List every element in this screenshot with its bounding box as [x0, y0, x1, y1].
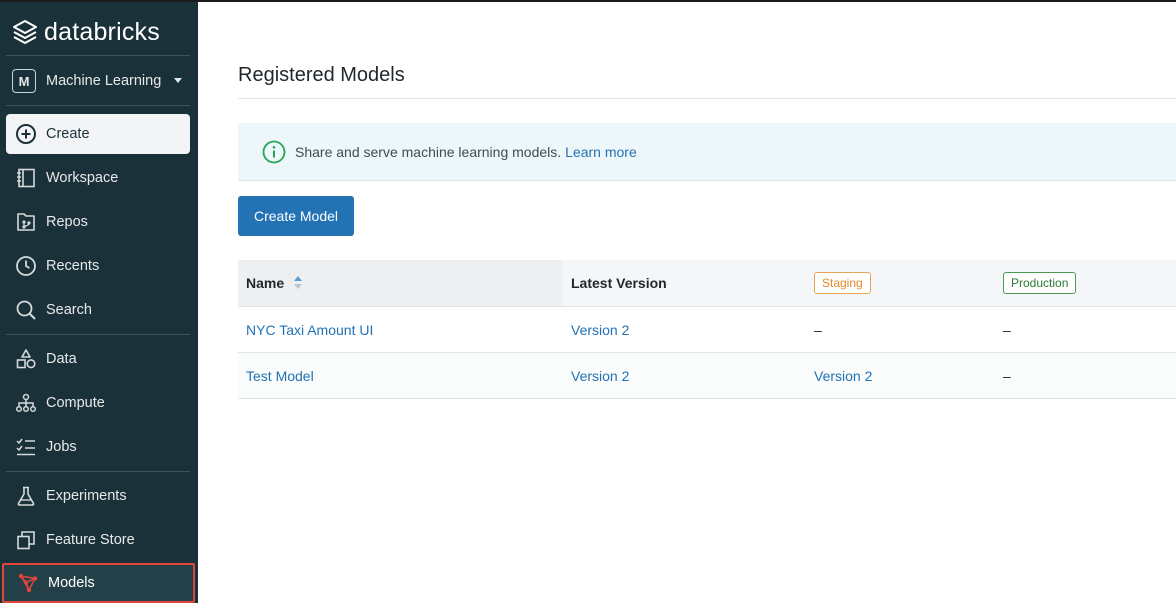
compute-icon	[14, 391, 38, 415]
title-divider	[238, 98, 1176, 99]
model-name-link[interactable]: NYC Taxi Amount UI	[246, 307, 373, 352]
main-content: Registered Models Share and serve machin…	[198, 0, 1176, 603]
sidebar-divider	[6, 334, 190, 335]
brand-name: databricks	[44, 17, 160, 46]
sidebar-item-label: Data	[46, 351, 77, 367]
sidebar-item-repos[interactable]: Repos	[6, 202, 190, 242]
sidebar-item-create[interactable]: Create	[6, 114, 190, 154]
window-top-border	[0, 0, 1176, 2]
create-model-button[interactable]: Create Model	[238, 196, 354, 236]
sidebar-item-label: Create	[46, 126, 90, 142]
jobs-icon	[14, 435, 38, 459]
persona-label: Machine Learning	[46, 73, 162, 89]
repos-icon	[14, 210, 38, 234]
search-icon	[14, 298, 38, 322]
caret-down-icon	[174, 78, 182, 83]
sidebar-item-search[interactable]: Search	[6, 290, 190, 330]
sort-icon[interactable]	[293, 276, 303, 290]
staging-version-link[interactable]: Version 2	[814, 353, 872, 398]
sidebar-item-experiments[interactable]: Experiments	[6, 476, 190, 516]
sidebar-item-label: Experiments	[46, 488, 127, 504]
sidebar-divider	[6, 55, 190, 56]
sidebar-item-label: Recents	[46, 258, 100, 274]
table-row: NYC Taxi Amount UI Version 2 – –	[238, 307, 1176, 353]
staging-badge: Staging	[814, 272, 871, 294]
banner-text: Share and serve machine learning models.	[295, 143, 562, 160]
sidebar-item-label: Repos	[46, 214, 88, 230]
sidebar-item-label: Models	[48, 575, 95, 591]
production-value: –	[1003, 321, 1011, 338]
data-icon	[14, 347, 38, 371]
table-row: Test Model Version 2 Version 2 –	[238, 353, 1176, 399]
sidebar-item-feature-store[interactable]: Feature Store	[6, 520, 190, 560]
column-header-production: Production	[1003, 260, 1077, 306]
column-header-label: Name	[246, 275, 285, 291]
production-value: –	[1003, 367, 1011, 384]
column-header-staging: Staging	[814, 260, 871, 306]
persona-badge: M	[12, 69, 36, 93]
column-header-latest-version: Latest Version	[571, 260, 667, 306]
sidebar-item-label: Search	[46, 302, 92, 318]
models-table: Name Latest Version Staging Production N…	[238, 260, 1176, 399]
sidebar-item-label: Compute	[46, 395, 105, 411]
sidebar-item-compute[interactable]: Compute	[6, 383, 190, 423]
databricks-logo[interactable]: databricks	[12, 16, 160, 48]
sidebar-item-models[interactable]: Models	[2, 563, 195, 603]
models-icon	[16, 571, 40, 595]
sidebar-item-label: Workspace	[46, 170, 119, 186]
latest-version-link[interactable]: Version 2	[571, 307, 629, 352]
info-icon	[262, 140, 286, 164]
clock-icon	[14, 254, 38, 278]
learn-more-link[interactable]: Learn more	[565, 144, 637, 160]
latest-version-link[interactable]: Version 2	[571, 353, 629, 398]
workspace-icon	[14, 166, 38, 190]
databricks-logo-icon	[13, 20, 37, 44]
feature-store-icon	[14, 528, 38, 552]
sidebar-item-data[interactable]: Data	[6, 339, 190, 379]
page-title: Registered Models	[238, 64, 405, 86]
staging-value: –	[814, 321, 822, 338]
production-badge: Production	[1003, 272, 1077, 294]
flask-icon	[14, 484, 38, 508]
table-header: Name Latest Version Staging Production	[238, 260, 1176, 307]
column-header-name[interactable]: Name	[246, 260, 303, 306]
sidebar-item-label: Feature Store	[46, 532, 135, 548]
sidebar-item-workspace[interactable]: Workspace	[6, 158, 190, 198]
sidebar-item-recents[interactable]: Recents	[6, 246, 190, 286]
info-banner: Share and serve machine learning models.…	[238, 123, 1176, 181]
persona-switcher[interactable]: M Machine Learning	[12, 68, 186, 94]
plus-circle-icon	[14, 122, 38, 146]
column-header-label: Latest Version	[571, 275, 667, 291]
sidebar-divider	[6, 105, 190, 106]
sidebar: databricks M Machine Learning Create Wor…	[0, 0, 198, 603]
sidebar-divider	[6, 471, 190, 472]
sidebar-item-label: Jobs	[46, 439, 77, 455]
sidebar-item-jobs[interactable]: Jobs	[6, 427, 190, 467]
model-name-link[interactable]: Test Model	[246, 353, 314, 398]
